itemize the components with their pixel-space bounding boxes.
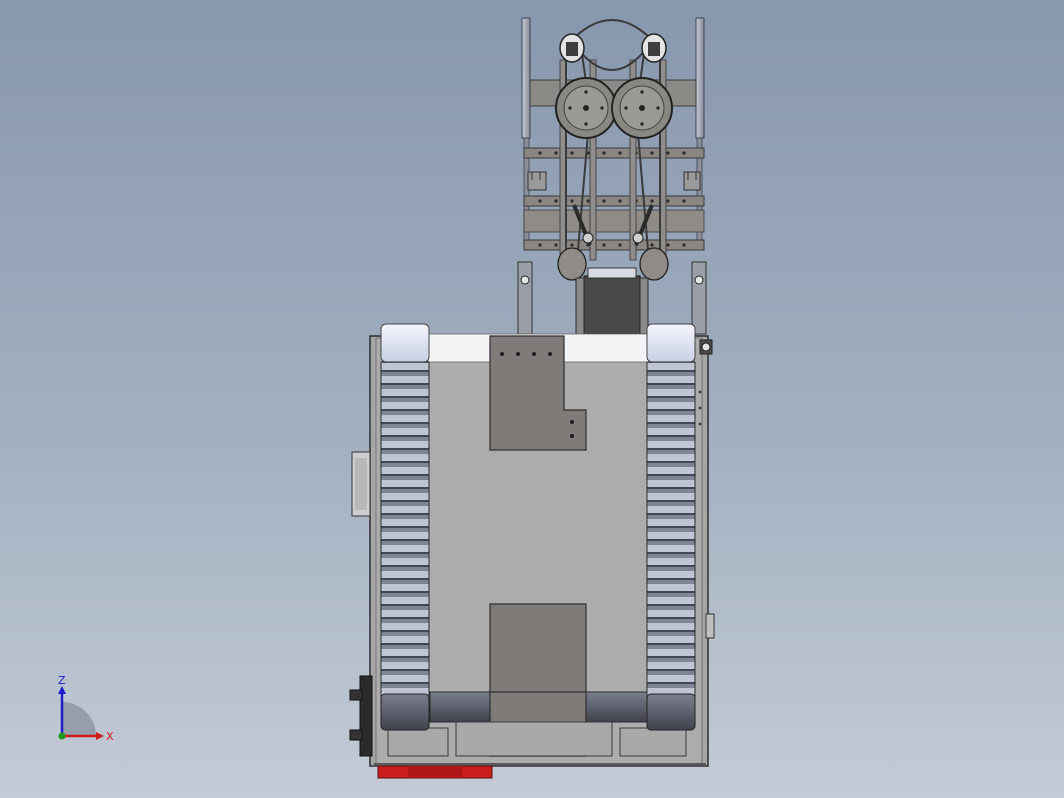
left-track xyxy=(380,323,430,731)
orientation-triad[interactable]: Z X xyxy=(48,674,120,746)
robot-model-3d-view[interactable] xyxy=(0,0,1064,798)
z-axis-label: Z xyxy=(58,674,66,687)
cad-viewport[interactable]: Z X xyxy=(0,0,1064,798)
right-track xyxy=(646,323,696,731)
x-axis-label: X xyxy=(106,730,114,743)
y-axis-icon xyxy=(58,732,66,740)
